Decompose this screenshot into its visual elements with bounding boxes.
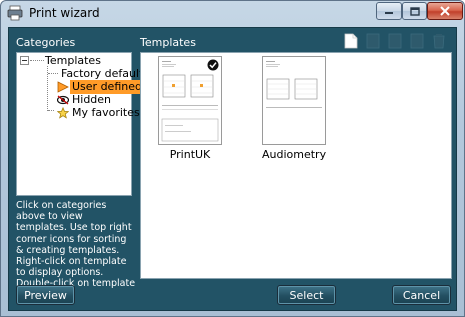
tree-item-label: Hidden <box>72 93 112 106</box>
cancel-button[interactable]: Cancel <box>392 285 451 305</box>
tree-item-user-defined[interactable]: User defined <box>57 80 144 94</box>
templates-list[interactable]: PrintUK Audiometry <box>140 52 452 279</box>
template-name: Audiometry <box>262 148 327 161</box>
template-item-audiometry[interactable]: Audiometry <box>262 56 326 161</box>
maximize-icon <box>409 6 420 16</box>
tree-item-label: Factory defaults <box>61 67 150 80</box>
template-name: PrintUK <box>169 148 211 161</box>
copy-template-icon[interactable] <box>388 33 402 49</box>
tree-item-my-favorites[interactable]: My favorites <box>57 106 142 120</box>
tree-item-label: User defined <box>70 80 144 94</box>
categories-heading: Categories <box>16 36 76 49</box>
check-icon <box>207 59 219 71</box>
star-icon <box>57 107 69 119</box>
tree-item-hidden[interactable]: Hidden <box>57 93 113 107</box>
eye-icon <box>57 94 69 106</box>
print-wizard-window: Print wizard Categories Templates Templa… <box>0 0 465 317</box>
tree-item-label: My favorites <box>72 106 140 119</box>
dialog-body: Categories Templates Templates Factory d… <box>8 27 457 311</box>
select-button[interactable]: Select <box>277 285 336 305</box>
preview-button[interactable]: Preview <box>16 285 75 305</box>
print-icon <box>7 5 23 21</box>
template-thumbnail <box>262 56 326 145</box>
sort-icon[interactable] <box>366 33 380 49</box>
minimize-icon <box>385 12 393 14</box>
delete-template-icon[interactable] <box>432 33 446 49</box>
maximize-button[interactable] <box>402 2 427 20</box>
category-tree[interactable]: Templates Factory defaults User defined <box>16 52 149 196</box>
close-button[interactable] <box>427 2 463 20</box>
close-icon <box>440 6 450 16</box>
window-title: Print wizard <box>29 6 100 20</box>
new-template-icon[interactable] <box>344 33 358 49</box>
edit-template-icon[interactable] <box>410 33 424 49</box>
collapse-toggle[interactable] <box>20 56 29 65</box>
minimize-button[interactable] <box>376 2 402 20</box>
tree-item-label: Templates <box>45 54 101 67</box>
template-item-printuk[interactable]: PrintUK <box>158 56 222 161</box>
arrow-right-icon <box>57 81 69 93</box>
template-thumbnail <box>158 56 222 145</box>
tree-item-templates[interactable]: Templates <box>43 54 103 68</box>
templates-heading: Templates <box>140 36 196 49</box>
tree-item-factory-defaults[interactable]: Factory defaults <box>59 67 151 81</box>
report-preview-icon <box>266 61 322 108</box>
title-bar[interactable]: Print wizard <box>1 1 464 25</box>
